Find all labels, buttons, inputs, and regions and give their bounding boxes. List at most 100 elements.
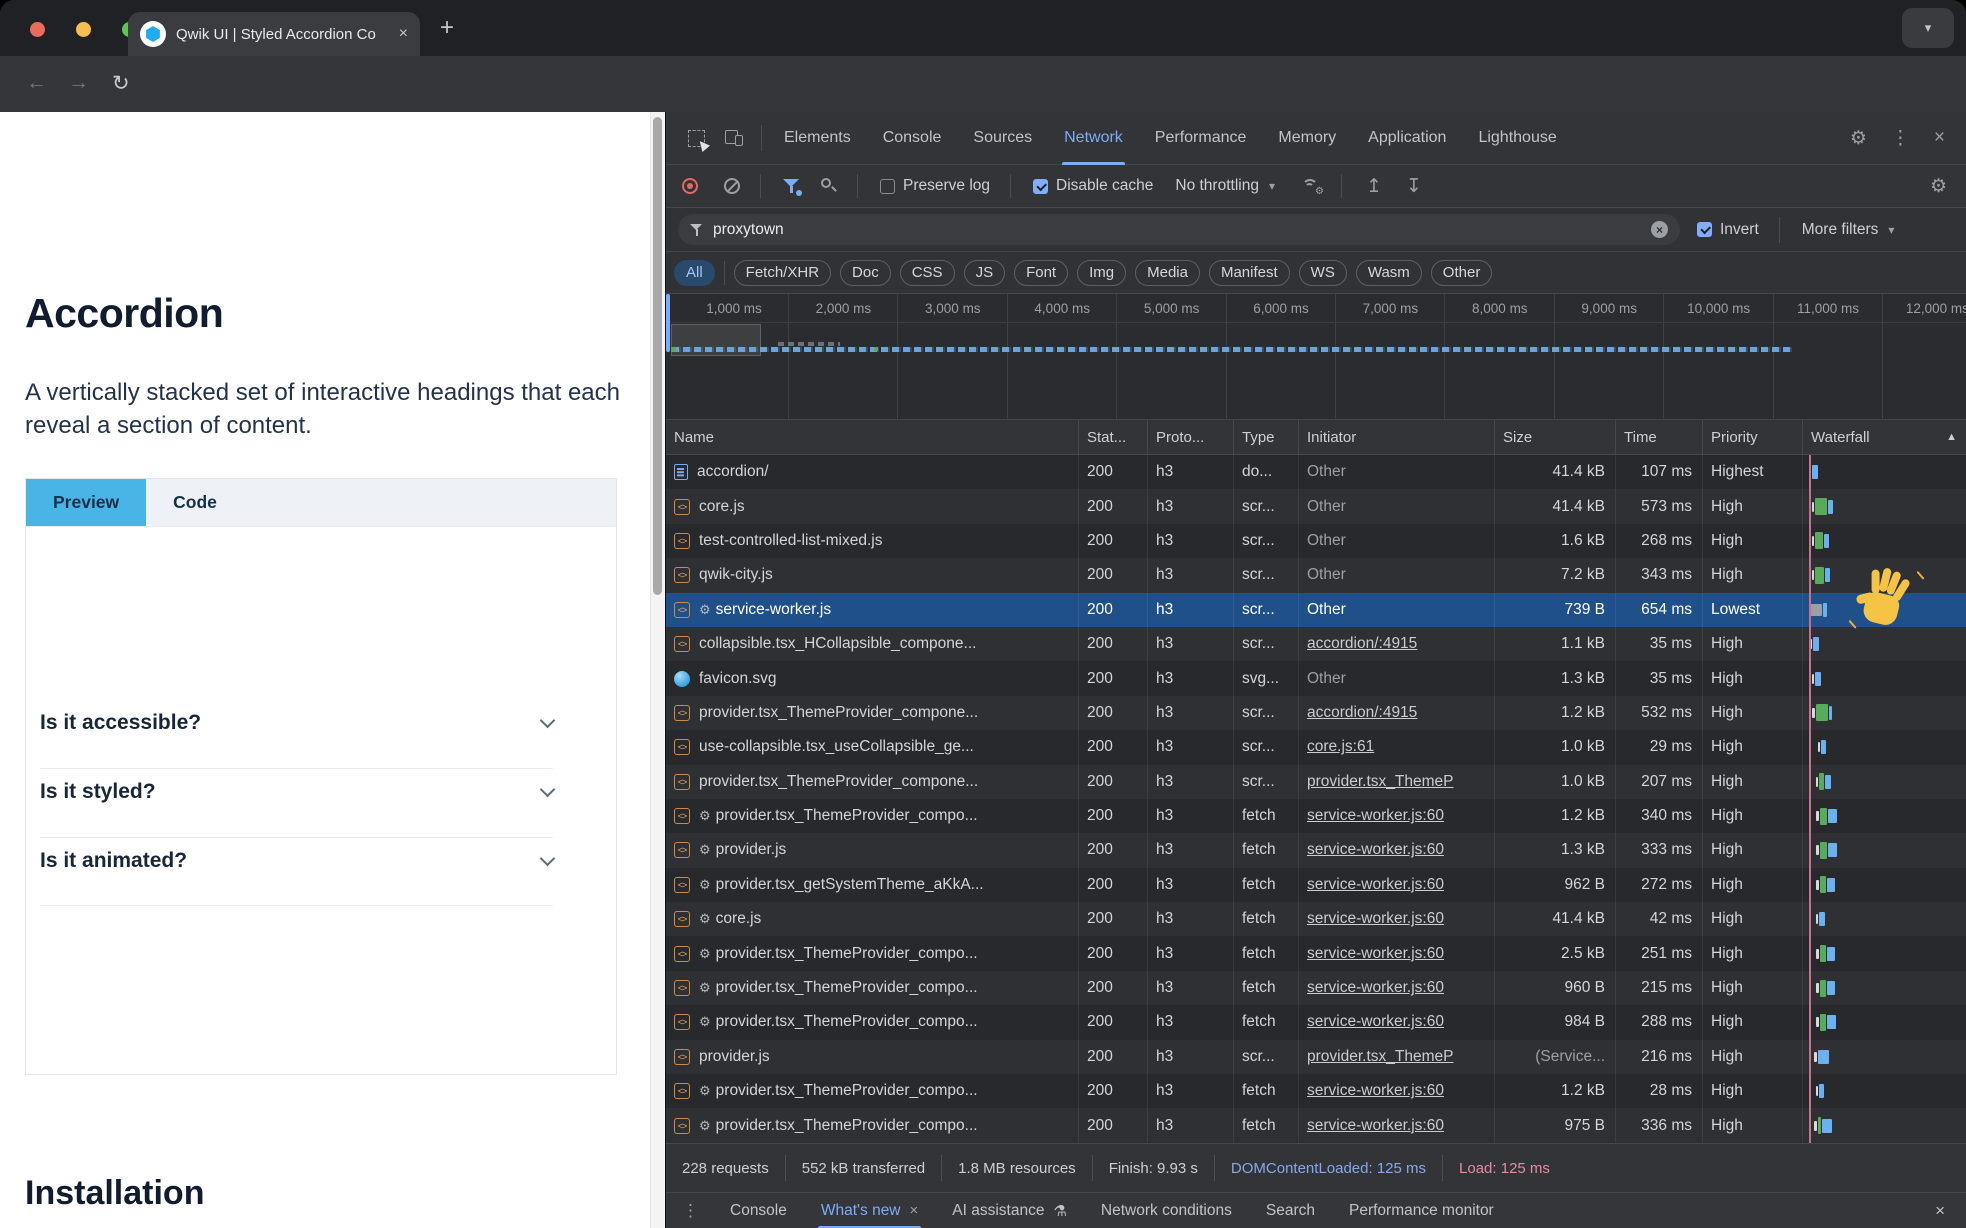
drawer-more-icon[interactable]: ⋮	[666, 1201, 713, 1221]
table-row[interactable]: <>provider.tsx_ThemeProvider_compone...2…	[666, 765, 1966, 799]
inspect-element-icon[interactable]	[688, 130, 705, 147]
chip-ws[interactable]: WS	[1299, 260, 1347, 286]
record-network-log-icon[interactable]	[682, 178, 698, 194]
table-row[interactable]: <>⚙provider.js200h3fetchservice-worker.j…	[666, 833, 1966, 867]
table-row[interactable]: <>⚙provider.tsx_ThemeProvider_compo...20…	[666, 936, 1966, 970]
column-header-waterfall[interactable]: Waterfall▲	[1803, 420, 1966, 454]
drawer-close-icon[interactable]: ×	[1935, 1201, 1966, 1221]
table-row[interactable]: <>collapsible.tsx_HCollapsible_compone..…	[666, 627, 1966, 661]
initiator-link[interactable]: service-worker.js:60	[1307, 807, 1444, 825]
devtools-tab-memory[interactable]: Memory	[1262, 112, 1352, 165]
drawer-tab-search[interactable]: Search	[1249, 1193, 1332, 1228]
initiator-link[interactable]: service-worker.js:60	[1307, 945, 1444, 963]
devtools-tab-sources[interactable]: Sources	[957, 112, 1048, 165]
initiator-link[interactable]: service-worker.js:60	[1307, 876, 1444, 894]
devtools-tab-console[interactable]: Console	[867, 112, 958, 165]
devtools-more-icon[interactable]: ⋮	[1891, 127, 1910, 150]
throttling-select[interactable]: No throttling	[1175, 177, 1259, 195]
chip-manifest[interactable]: Manifest	[1209, 260, 1290, 286]
chip-css[interactable]: CSS	[900, 260, 955, 286]
tab-search-button[interactable]: ▾	[1902, 8, 1954, 48]
filter-icon[interactable]	[783, 179, 799, 193]
devtools-tab-application[interactable]: Application	[1352, 112, 1462, 165]
devtools-tab-lighthouse[interactable]: Lighthouse	[1462, 112, 1572, 165]
column-header-time[interactable]: Time	[1616, 420, 1703, 454]
initiator-link[interactable]: accordion/:4915	[1307, 704, 1417, 722]
table-row[interactable]: <>⚙core.js200h3fetchservice-worker.js:60…	[666, 902, 1966, 936]
drawer-tab-network-conditions[interactable]: Network conditions	[1084, 1193, 1249, 1228]
chip-other[interactable]: Other	[1431, 260, 1493, 286]
export-har-icon[interactable]: ↧	[1406, 175, 1422, 198]
drawer-tab-what-s-new[interactable]: What's new×	[804, 1193, 935, 1228]
initiator-link[interactable]: service-worker.js:60	[1307, 1082, 1444, 1100]
reload-button[interactable]: ↻	[112, 71, 130, 96]
forward-button[interactable]: →	[68, 71, 89, 95]
accordion-item-styled[interactable]: Is it styled?	[40, 781, 553, 803]
new-tab-button[interactable]: +	[440, 14, 454, 42]
devtools-tab-elements[interactable]: Elements	[768, 112, 867, 165]
table-row[interactable]: <>use-collapsible.tsx_useCollapsible_ge.…	[666, 730, 1966, 764]
table-row[interactable]: <>⚙provider.tsx_ThemeProvider_compo...20…	[666, 1005, 1966, 1039]
drawer-tab-close-icon[interactable]: ×	[910, 1202, 919, 1219]
device-toolbar-icon[interactable]	[725, 130, 743, 146]
search-icon[interactable]	[821, 178, 837, 194]
devtools-tab-network[interactable]: Network	[1048, 112, 1139, 165]
network-conditions-icon[interactable]: ⚙	[1301, 178, 1321, 194]
table-row[interactable]: <>⚙provider.tsx_ThemeProvider_compo...20…	[666, 1074, 1966, 1108]
table-row[interactable]: <>provider.js200h3scr...provider.tsx_The…	[666, 1040, 1966, 1074]
initiator-link[interactable]: provider.tsx_ThemeP	[1307, 773, 1453, 791]
filter-input[interactable]: proxytown ×	[678, 214, 1680, 245]
initiator-link[interactable]: service-worker.js:60	[1307, 979, 1444, 997]
tab-preview[interactable]: Preview	[26, 479, 146, 526]
column-header-size[interactable]: Size	[1495, 420, 1616, 454]
clear-filter-icon[interactable]: ×	[1651, 221, 1668, 238]
chip-doc[interactable]: Doc	[840, 260, 891, 286]
tab-close-icon[interactable]: ×	[399, 25, 408, 43]
table-row[interactable]: <>test-controlled-list-mixed.js200h3scr.…	[666, 524, 1966, 558]
minimize-window-button[interactable]	[76, 22, 91, 37]
initiator-link[interactable]: service-worker.js:60	[1307, 910, 1444, 928]
network-overview-timeline[interactable]: 1,000 ms2,000 ms3,000 ms4,000 ms5,000 ms…	[666, 294, 1966, 420]
tab-code[interactable]: Code	[146, 479, 244, 526]
column-header-initiator[interactable]: Initiator	[1299, 420, 1495, 454]
table-row[interactable]: <>⚙provider.tsx_ThemeProvider_compo...20…	[666, 1108, 1966, 1142]
back-button[interactable]: ←	[26, 71, 47, 95]
table-row[interactable]: <>provider.tsx_ThemeProvider_compone...2…	[666, 696, 1966, 730]
column-header-status[interactable]: Stat...	[1079, 420, 1148, 454]
initiator-link[interactable]: provider.tsx_ThemeP	[1307, 1048, 1453, 1066]
initiator-link[interactable]: service-worker.js:60	[1307, 1013, 1444, 1031]
initiator-link[interactable]: core.js:61	[1307, 738, 1374, 756]
chip-fetchxhr[interactable]: Fetch/XHR	[734, 260, 831, 286]
chip-js[interactable]: JS	[964, 260, 1006, 286]
page-scrollbar-track[interactable]	[650, 112, 665, 1228]
preserve-log-checkbox[interactable]	[880, 179, 895, 194]
table-row[interactable]: <>core.js200h3scr...Other41.4 kB573 msHi…	[666, 489, 1966, 523]
timeline-drag-handle[interactable]	[666, 294, 670, 352]
more-filters-button[interactable]: More filters	[1802, 221, 1879, 239]
chip-wasm[interactable]: Wasm	[1356, 260, 1422, 286]
column-header-protocol[interactable]: Proto...	[1148, 420, 1234, 454]
drawer-tab-ai-assistance[interactable]: AI assistance⚗	[935, 1193, 1084, 1228]
table-row[interactable]: <>⚙service-worker.js200h3scr...Other739 …	[666, 593, 1966, 627]
chip-all[interactable]: All	[674, 260, 715, 286]
initiator-link[interactable]: service-worker.js:60	[1307, 1117, 1444, 1135]
devtools-tab-performance[interactable]: Performance	[1139, 112, 1263, 165]
initiator-link[interactable]: service-worker.js:60	[1307, 841, 1444, 859]
table-row[interactable]: <>qwik-city.js200h3scr...Other7.2 kB343 …	[666, 558, 1966, 592]
browser-tab[interactable]: Qwik UI | Styled Accordion Co ×	[128, 12, 420, 56]
column-header-type[interactable]: Type	[1234, 420, 1299, 454]
import-har-icon[interactable]: ↥	[1366, 175, 1382, 198]
close-window-button[interactable]	[30, 22, 45, 37]
column-header-name[interactable]: Name	[666, 420, 1079, 454]
table-row[interactable]: <>⚙provider.tsx_ThemeProvider_compo...20…	[666, 799, 1966, 833]
table-row[interactable]: accordion/200h3do...Other41.4 kB107 msHi…	[666, 455, 1966, 489]
accordion-item-accessible[interactable]: Is it accessible?	[40, 712, 553, 734]
drawer-tab-console[interactable]: Console	[713, 1193, 804, 1228]
disable-cache-checkbox[interactable]	[1033, 179, 1048, 194]
table-row[interactable]: favicon.svg200h3svg...Other1.3 kB35 msHi…	[666, 661, 1966, 695]
devtools-close-icon[interactable]: ×	[1934, 127, 1945, 149]
clear-network-log-icon[interactable]	[724, 178, 740, 194]
chip-img[interactable]: Img	[1077, 260, 1126, 286]
invert-filter-checkbox[interactable]	[1697, 222, 1712, 237]
column-header-priority[interactable]: Priority	[1703, 420, 1803, 454]
